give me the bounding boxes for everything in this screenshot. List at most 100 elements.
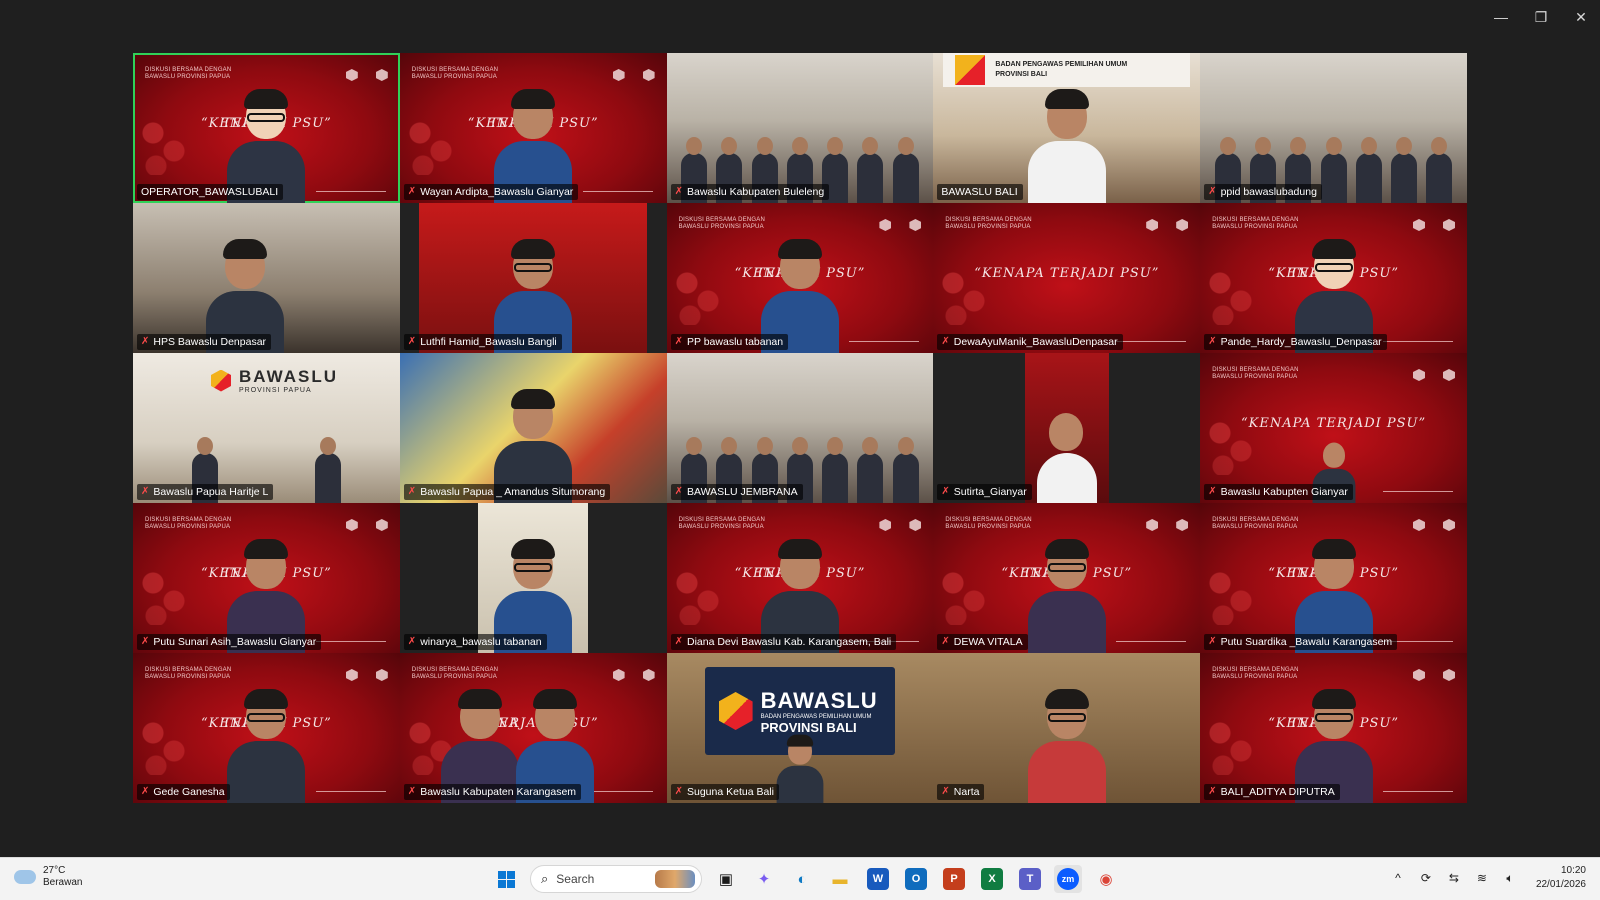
participant-name: ppid bawaslubadung	[1220, 186, 1317, 198]
person-hair	[1044, 539, 1089, 559]
glasses-icon	[1047, 563, 1086, 572]
participant-name-tag: ✗ Bawaslu Kabupten Gianyar	[1204, 484, 1353, 500]
video-tile[interactable]: DISKUSI BERSAMA DENGAN BAWASLU PROVINSI …	[133, 653, 400, 803]
clock[interactable]: 10:20 22/01/2026	[1536, 864, 1586, 892]
minimize-button[interactable]: —	[1492, 8, 1510, 26]
bawaslu-logo-icon	[909, 519, 922, 531]
folder-icon: ▬	[832, 870, 848, 888]
video-tile[interactable]: DISKUSI BERSAMA DENGAN BAWASLU PROVINSI …	[933, 503, 1201, 653]
person-hair	[786, 734, 814, 747]
participant-name: PP bawaslu tabanan	[686, 336, 784, 348]
taskbar-app-outlook[interactable]: O	[902, 865, 930, 893]
person-silhouette	[1355, 137, 1382, 203]
language-icon[interactable]: ⇆	[1446, 870, 1462, 886]
weather-label: Berawan	[43, 877, 83, 888]
taskbar-app-zoom[interactable]: zm	[1054, 865, 1082, 893]
edge-icon: ◐	[797, 870, 807, 888]
video-tile[interactable]: ✗ BAWASLU JEMBRANA	[666, 353, 934, 503]
participant-name-tag: ✗ Luthfi Hamid_Bawaslu Bangli	[403, 334, 562, 350]
show-hidden-icons-chevron[interactable]: ^	[1390, 870, 1406, 886]
video-tile[interactable]: DISKUSI BERSAMA DENGAN BAWASLU PROVINSI …	[933, 203, 1201, 353]
person-hair	[1044, 89, 1089, 109]
video-tile[interactable]: DISKUSI BERSAMA DENGAN BAWASLU PROVINSI …	[666, 203, 934, 353]
participant-name-tag: ✗ BAWASLU JEMBRANA	[670, 484, 803, 500]
video-tile[interactable]: DISKUSI BERSAMA DENGAN BAWASLU PROVINSI …	[1200, 503, 1467, 653]
copilot-button[interactable]: ✦	[750, 865, 778, 893]
participant-name-tag: ✗ Bawaslu Papua _ Amandus Situmorang	[403, 484, 611, 500]
video-tile[interactable]: DISKUSI BERSAMA DENGAN BAWASLU PROVINSI …	[1200, 653, 1467, 803]
slide-underline	[1382, 791, 1453, 792]
taskbar-app-teams[interactable]: T	[1016, 865, 1044, 893]
file-explorer-button[interactable]: ▬	[826, 865, 854, 893]
window-controls: — ❐ ✕	[1492, 8, 1590, 26]
video-tile[interactable]: BADAN PENGAWAS PEMILIHAN UMUM PROVINSI BA…	[933, 53, 1201, 203]
slide-header-text: DISKUSI BERSAMA DENGAN BAWASLU PROVINSI …	[411, 667, 499, 680]
participant-name-tag: ✗ Wayan Ardipta_Bawaslu Gianyar	[403, 184, 579, 200]
person-silhouette	[892, 137, 919, 203]
slide-underline	[1382, 491, 1453, 492]
bawaslu-logo-icon	[718, 692, 753, 730]
video-tile[interactable]: BAWASLU BADAN PENGAWAS PEMILIHAN UMUM PROV…	[666, 653, 934, 803]
taskbar-app-powerpoint[interactable]: P	[940, 865, 968, 893]
participant-name: Putu Suardika _Bawalu Karangasem	[1220, 636, 1393, 648]
participant-name: HPS Bawaslu Denpasar	[153, 336, 267, 348]
video-tile[interactable]: ✗ Sutirta_Gianyar	[933, 353, 1201, 503]
video-tile[interactable]: DISKUSI BERSAMA DENGAN BAWASLU PROVINSI …	[399, 53, 667, 203]
video-tile[interactable]: ✗ Luthfi Hamid_Bawaslu Bangli	[399, 203, 667, 353]
wifi-icon[interactable]: ≋	[1474, 870, 1490, 886]
video-tile[interactable]: ✗ Bawaslu Kabupaten Buleleng	[666, 53, 934, 203]
participant-name: BALI_ADITYA DIPUTRA	[1220, 786, 1335, 798]
participant-name-tag: ✗ Bawaslu Papua Haritje L	[137, 484, 274, 500]
participant-name-tag: ✗ DEWA VITALA	[937, 634, 1028, 650]
video-tile[interactable]: ✗ ppid bawaslubadung	[1200, 53, 1467, 203]
video-tile[interactable]: ✗ Narta	[933, 653, 1201, 803]
participant-name-tag: ✗ Diana Devi Bawaslu Kab. Karangasem, Bal…	[670, 634, 897, 650]
bawaslu-logo-icon	[345, 519, 358, 531]
task-view-button[interactable]: ▣	[712, 865, 740, 893]
slide-header-text: DISKUSI BERSAMA DENGAN BAWASLU PROVINSI …	[945, 517, 1032, 530]
participant-name-tag: ✗ Bawaslu Kabupaten Buleleng	[670, 184, 830, 200]
video-tile[interactable]: ✗ winarya_bawaslu tabanan	[399, 503, 667, 653]
video-tile[interactable]: DISKUSI BERSAMA DENGAN BAWASLU PROVINSI …	[1200, 353, 1467, 503]
volume-icon[interactable]: 🔈︎	[1502, 870, 1518, 886]
chrome-button[interactable]: ◉	[1092, 865, 1120, 893]
taskbar-search[interactable]: ⌕ Search	[530, 865, 702, 893]
video-tile[interactable]: BAWASLU PROVINSI PAPUA ✗ Bawaslu Papua Hari…	[133, 353, 400, 503]
bawaslu-logo-icon	[345, 69, 358, 81]
close-button[interactable]: ✕	[1572, 8, 1590, 26]
participant-name: Sutirta_Gianyar	[953, 486, 1027, 498]
muted-microphone-icon: ✗	[141, 336, 150, 347]
video-tile[interactable]: DISKUSI BERSAMA DENGAN BAWASLU PROVINSI …	[399, 653, 667, 803]
participant-name: Narta	[953, 786, 980, 798]
edge-button[interactable]: ◐	[788, 865, 816, 893]
participant-name: DEWA VITALA	[953, 636, 1023, 648]
video-tile[interactable]: DISKUSI BERSAMA DENGAN BAWASLU PROVINSI …	[1200, 203, 1467, 353]
banner-text: BADAN PENGAWAS PEMILIHAN UMUM PROVINSI BA…	[995, 60, 1127, 80]
video-tile[interactable]: DISKUSI BERSAMA DENGAN BAWASLU PROVINSI …	[666, 503, 934, 653]
participant-name: Diana Devi Bawaslu Kab. Karangasem, Bali	[686, 636, 892, 648]
bawaslu-logo-icon	[612, 669, 625, 681]
weather-widget[interactable]: 27°C Berawan	[14, 865, 82, 889]
wall-logo: BAWASLU PROVINSI PAPUA	[211, 367, 338, 394]
participant-name: BAWASLU JEMBRANA	[686, 486, 798, 498]
muted-microphone-icon: ✗	[1208, 336, 1217, 347]
taskbar-app-excel[interactable]: X	[978, 865, 1006, 893]
restore-button[interactable]: ❐	[1532, 8, 1550, 26]
video-tile[interactable]: ✗ HPS Bawaslu Denpasar	[133, 203, 400, 353]
taskbar-app-word[interactable]: W	[864, 865, 892, 893]
video-tile[interactable]: ✗ Bawaslu Papua _ Amandus Situmorang	[399, 353, 667, 503]
bawaslu-logo-icon	[879, 219, 892, 231]
video-tile[interactable]: DISKUSI BERSAMA DENGAN BAWASLU PROVINSI …	[133, 503, 400, 653]
clock-time: 10:20	[1560, 865, 1586, 876]
bawaslu-logo-icon	[1442, 519, 1455, 531]
bawaslu-logo-icon	[345, 669, 358, 681]
start-button[interactable]	[492, 865, 520, 893]
participant-video	[1027, 539, 1106, 653]
participant-video	[776, 734, 824, 803]
participant-name-tag: ✗ Gede Ganesha	[137, 784, 230, 800]
person-hair	[777, 539, 822, 559]
slide-underline	[1116, 341, 1187, 342]
video-tile[interactable]: DISKUSI BERSAMA DENGAN BAWASLU PROVINSI …	[133, 53, 400, 203]
slide-underline	[315, 791, 386, 792]
sync-icon[interactable]: ⟳	[1418, 870, 1434, 886]
